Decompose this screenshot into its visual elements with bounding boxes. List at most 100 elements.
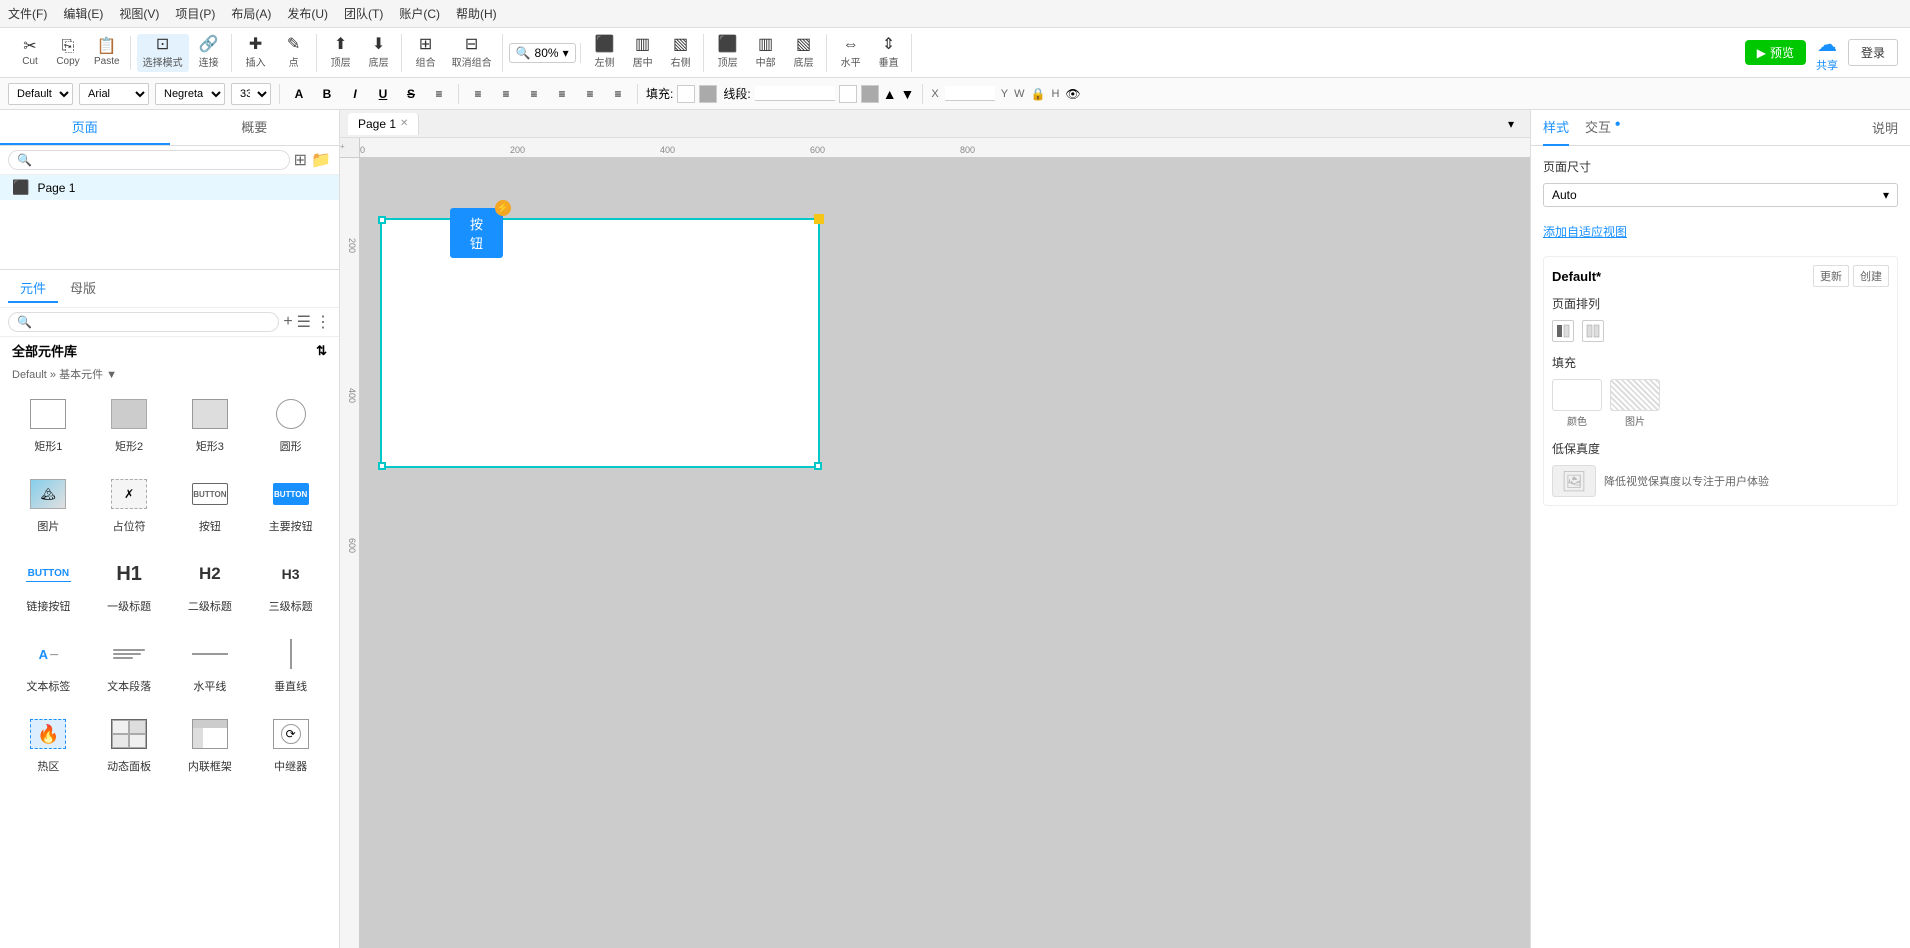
valign-top-button[interactable]: ⬛ 顶层 (710, 34, 746, 72)
align-center-button[interactable]: ▥ 居中 (625, 34, 661, 72)
page1-tab[interactable]: Page 1 ✕ (348, 113, 419, 135)
align-justify-fmt-button[interactable]: ≡ (551, 83, 573, 105)
comp-inline[interactable]: 内联框架 (170, 704, 251, 784)
tab-interact[interactable]: 交互 ● (1585, 109, 1621, 146)
menu-file[interactable]: 文件(F) (8, 5, 47, 22)
tab-explain[interactable]: 说明 (1872, 118, 1898, 137)
menu-help[interactable]: 帮助(H) (456, 5, 497, 22)
indent-button[interactable]: ≡ (579, 83, 601, 105)
folder-icon[interactable]: 📁 (311, 150, 331, 170)
combine-button[interactable]: ⊞ 组合 (408, 34, 444, 72)
x-input[interactable] (945, 86, 995, 101)
pages-search-input[interactable] (36, 153, 281, 167)
share-button[interactable]: ☁ 共享 (1808, 30, 1846, 75)
bottom-layer-button[interactable]: ⬇ 底层 (361, 34, 397, 72)
tab-style[interactable]: 样式 (1543, 109, 1569, 146)
align-right-fmt-button[interactable]: ≡ (523, 83, 545, 105)
comp-text-para[interactable]: 文本段落 (89, 624, 170, 704)
auto-select[interactable]: Auto ▾ (1543, 183, 1898, 207)
list-button[interactable]: ≡ (428, 83, 450, 105)
uncombine-button[interactable]: ⊟ 取消组合 (446, 34, 498, 72)
preview-button[interactable]: ▶ 预览 (1745, 40, 1806, 65)
comp-vline[interactable]: 垂直线 (250, 624, 331, 704)
login-button[interactable]: 登录 (1848, 39, 1898, 66)
tab-overview[interactable]: 概要 (170, 110, 340, 145)
comp-rect3[interactable]: 矩形3 (170, 384, 251, 464)
connect-button[interactable]: 🔗 连接 (191, 34, 227, 72)
menu-layout[interactable]: 布局(A) (231, 5, 271, 22)
fill-image-btn[interactable]: 图片 (1610, 379, 1660, 428)
comp-link-button[interactable]: BUTTON 链接按钮 (8, 544, 89, 624)
comp-button[interactable]: BUTTON 按钮 (170, 464, 251, 544)
valign-bottom-button[interactable]: ▧ 底层 (786, 34, 822, 72)
arrange-icon-left[interactable] (1552, 320, 1574, 342)
select-mode-button[interactable]: ⊡ 选择模式 (137, 34, 189, 72)
page-1-item[interactable]: ⬛ Page 1 (0, 175, 339, 200)
fill-color-gray[interactable] (699, 85, 717, 103)
comp-h2[interactable]: H2 二级标题 (170, 544, 251, 624)
style-select[interactable]: Default (8, 83, 73, 105)
stroke-style1[interactable] (861, 85, 879, 103)
tab-close-icon[interactable]: ✕ (400, 118, 408, 129)
fill-color-white[interactable] (677, 85, 695, 103)
comp-list-icon[interactable]: ☰ (297, 312, 311, 332)
align-right-button[interactable]: ▧ 右侧 (663, 34, 699, 72)
comp-hline[interactable]: 水平线 (170, 624, 251, 704)
create-button[interactable]: 创建 (1853, 265, 1889, 287)
copy-button[interactable]: ⎘ Copy (50, 36, 86, 70)
fill-color-btn[interactable]: 颜色 (1552, 379, 1602, 428)
stroke-down-icon[interactable]: ▼ (901, 86, 915, 102)
comp-text-label[interactable]: A— 文本标签 (8, 624, 89, 704)
comp-image[interactable]: 🏔 图片 (8, 464, 89, 544)
comp-rect2[interactable]: 矩形2 (89, 384, 170, 464)
menu-project[interactable]: 项目(P) (175, 5, 215, 22)
font-select[interactable]: Arial (79, 83, 149, 105)
menu-edit[interactable]: 编辑(E) (63, 5, 103, 22)
add-viewport-link[interactable]: 添加自适应视图 (1543, 225, 1627, 239)
menu-view[interactable]: 视图(V) (119, 5, 159, 22)
align-left-fmt-button[interactable]: ≡ (467, 83, 489, 105)
top-layer-button[interactable]: ⬆ 顶层 (323, 34, 359, 72)
tab-components[interactable]: 元件 (8, 274, 58, 303)
point-button[interactable]: ✎ 点 (276, 34, 312, 72)
comp-main-button[interactable]: BUTTON 主要按钮 (250, 464, 331, 544)
tab-masters[interactable]: 母版 (58, 274, 108, 303)
underline-button[interactable]: U (372, 83, 394, 105)
menu-account[interactable]: 账户(C) (399, 5, 440, 22)
outdent-button[interactable]: ≡ (607, 83, 629, 105)
button-widget[interactable]: 按钮 ⚡ (450, 208, 503, 258)
menu-publish[interactable]: 发布(U) (287, 5, 328, 22)
new-page-icon[interactable]: ⊞ (294, 150, 307, 170)
comp-dynamic[interactable]: 动态面板 (89, 704, 170, 784)
stroke-up-icon[interactable]: ▲ (883, 86, 897, 102)
frame-box[interactable] (380, 218, 820, 468)
stroke-color[interactable] (839, 85, 857, 103)
cut-button[interactable]: ✂ Cut (12, 36, 48, 70)
page-dropdown-icon[interactable]: ▾ (1500, 117, 1522, 131)
menu-team[interactable]: 团队(T) (344, 5, 383, 22)
add-comp-icon[interactable]: + (283, 313, 292, 331)
distribute-v-button[interactable]: ⇕ 垂直 (871, 34, 907, 72)
strikethrough-button[interactable]: S (400, 83, 422, 105)
align-left-button[interactable]: ⬛ 左侧 (587, 34, 623, 72)
size-select[interactable]: 33 (231, 83, 271, 105)
tab-pages[interactable]: 页面 (0, 110, 170, 145)
bold-button[interactable]: A (288, 83, 310, 105)
zoom-control[interactable]: 🔍 80% ▾ (509, 43, 576, 63)
comp-relay[interactable]: ⟳ 中继器 (250, 704, 331, 784)
update-button[interactable]: 更新 (1813, 265, 1849, 287)
comp-more-icon[interactable]: ⋮ (315, 312, 331, 332)
comp-h1[interactable]: H1 一级标题 (89, 544, 170, 624)
comp-h3[interactable]: H3 三级标题 (250, 544, 331, 624)
comp-rect1[interactable]: 矩形1 (8, 384, 89, 464)
comp-search-input[interactable] (36, 315, 270, 329)
comp-placeholder[interactable]: ✗ 占位符 (89, 464, 170, 544)
bold-b-button[interactable]: B (316, 83, 338, 105)
insert-button[interactable]: ✚ 插入 (238, 34, 274, 72)
valign-middle-button[interactable]: ▥ 中部 (748, 34, 784, 72)
distribute-h-button[interactable]: ⇔ 水平 (833, 34, 869, 72)
align-center-fmt-button[interactable]: ≡ (495, 83, 517, 105)
expand-icon[interactable]: ⇅ (316, 343, 327, 359)
italic-button[interactable]: I (344, 83, 366, 105)
comp-hotzone[interactable]: 🔥 热区 (8, 704, 89, 784)
